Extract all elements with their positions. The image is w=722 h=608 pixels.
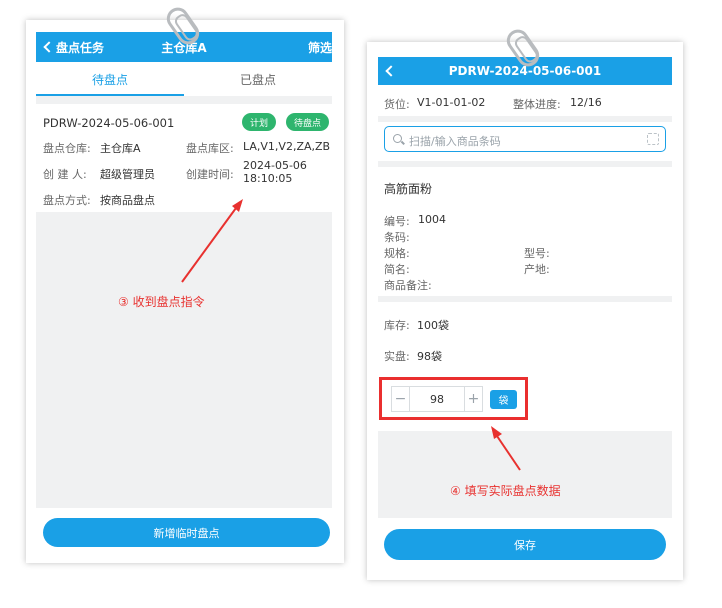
actual-value: 98袋	[417, 350, 442, 363]
back-button[interactable]	[384, 57, 397, 85]
short-name-label: 简名:	[384, 263, 410, 276]
filter-button[interactable]: 筛选	[308, 32, 332, 62]
created-date: 2024-05-06	[243, 159, 307, 172]
product-name: 高筋面粉	[384, 182, 433, 196]
location-label: 货位:	[384, 98, 410, 111]
warehouse-value: 主仓库A	[100, 142, 141, 155]
barcode-label: 条码:	[384, 231, 410, 244]
progress-label: 整体进度:	[513, 98, 561, 111]
chevron-left-icon	[43, 41, 55, 53]
highlight-box	[379, 377, 528, 420]
product-number-label: 编号:	[384, 215, 410, 228]
method-value: 按商品盘点	[100, 194, 155, 207]
scan-icon[interactable]	[647, 133, 659, 145]
stock-label: 库存:	[384, 319, 410, 332]
content-background	[378, 431, 672, 518]
location-value: V1-01-01-02	[417, 96, 486, 109]
task-code: PDRW-2024-05-06-001	[43, 116, 175, 130]
status-badge: 待盘点	[286, 113, 330, 131]
tab-done[interactable]: 已盘点	[184, 62, 332, 96]
origin-label: 产地:	[524, 263, 550, 276]
chevron-left-icon	[385, 65, 397, 77]
count-entry-screen: PDRW-2024-05-06-001 货位: V1-01-01-02 整体进度…	[367, 42, 683, 580]
remark-label: 商品备注:	[384, 279, 432, 292]
back-button[interactable]: 盘点任务	[42, 32, 104, 62]
search-icon	[393, 134, 402, 143]
status-tabs: 待盘点 已盘点	[36, 62, 332, 96]
add-temp-count-button[interactable]: 新增临时盘点	[43, 518, 330, 547]
warehouse-label: 盘点仓库:	[43, 142, 91, 155]
method-label: 盘点方式:	[43, 194, 91, 207]
stock-value: 100袋	[417, 319, 449, 332]
progress-value: 12/16	[570, 96, 602, 109]
spec-label: 规格:	[384, 247, 410, 260]
product-number-value: 1004	[418, 213, 446, 226]
tab-pending[interactable]: 待盘点	[36, 62, 184, 96]
save-button[interactable]: 保存	[384, 529, 666, 560]
created-time: 18:10:05	[243, 172, 293, 185]
back-label: 盘点任务	[56, 40, 105, 55]
tutorial-canvas: 盘点任务 主仓库A 筛选 待盘点 已盘点 PDRW-2024-05-06-001…	[0, 0, 722, 608]
creator-value: 超级管理员	[100, 168, 155, 181]
task-list-screen: 盘点任务 主仓库A 筛选 待盘点 已盘点 PDRW-2024-05-06-001…	[26, 20, 344, 563]
step4-annotation: ④ 填写实际盘点数据	[450, 484, 561, 498]
divider	[378, 116, 672, 122]
divider	[378, 161, 672, 167]
task-card[interactable]: PDRW-2024-05-06-001 计划 待盘点 盘点仓库: 主仓库A 盘点…	[36, 104, 332, 212]
area-value: LA,V1,V2,ZA,ZB	[243, 140, 331, 153]
actual-label: 实盘:	[384, 350, 410, 363]
search-placeholder: 扫描/输入商品条码	[409, 135, 501, 148]
creator-label: 创 建 人:	[43, 168, 87, 181]
plan-badge: 计划	[242, 113, 277, 131]
model-label: 型号:	[524, 247, 550, 260]
created-label: 创建时间:	[186, 168, 234, 181]
divider	[378, 296, 672, 302]
step3-annotation: ③ 收到盘点指令	[118, 295, 205, 309]
area-label: 盘点库区:	[186, 142, 234, 155]
barcode-search-input[interactable]: 扫描/输入商品条码	[384, 126, 666, 152]
